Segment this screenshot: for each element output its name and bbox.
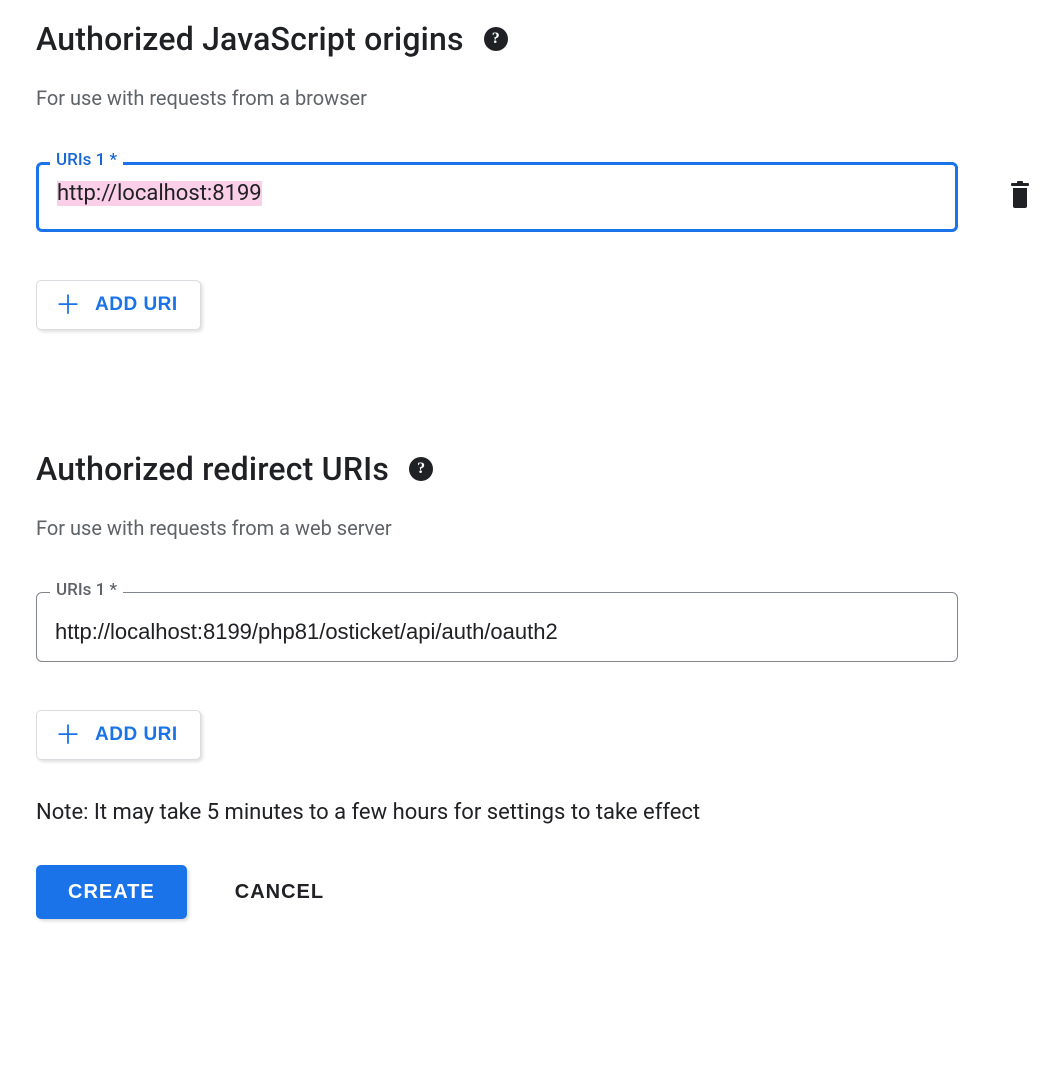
add-uri-label: ADD URI (95, 724, 178, 746)
uri-label: URIs 1 * (50, 150, 123, 170)
help-icon[interactable]: ? (484, 27, 508, 51)
redirect-uri-input[interactable] (36, 592, 958, 662)
redirect-uris-subtitle: For use with requests from a web server (36, 516, 1016, 540)
uri-field-wrap: URIs 1 * http://localhost:8199 (36, 162, 958, 232)
redirect-uris-title: Authorized redirect URIs (36, 450, 389, 488)
redirect-uris-section: Authorized redirect URIs ? For use with … (36, 450, 1016, 760)
plus-icon: ＋ (55, 722, 81, 748)
input-value-highlighted: http://localhost:8199 (57, 181, 262, 206)
cancel-button[interactable]: CANCEL (235, 881, 324, 904)
delete-icon[interactable] (1008, 181, 1032, 213)
settings-note: Note: It may take 5 minutes to a few hou… (36, 800, 1016, 825)
plus-icon: ＋ (55, 292, 81, 318)
uri-field-wrap: URIs 1 * (36, 592, 958, 662)
js-origins-title: Authorized JavaScript origins (36, 20, 464, 58)
add-uri-label: ADD URI (95, 294, 178, 316)
uri-field-row: URIs 1 * http://localhost:8199 (36, 162, 1016, 232)
js-origins-subtitle: For use with requests from a browser (36, 86, 1016, 110)
uri-field-row: URIs 1 * (36, 592, 1016, 662)
js-uri-input[interactable]: http://localhost:8199 (36, 162, 958, 232)
js-origins-section: Authorized JavaScript origins ? For use … (36, 20, 1016, 330)
section-header: Authorized JavaScript origins ? (36, 20, 1016, 58)
add-uri-button[interactable]: ＋ ADD URI (36, 280, 201, 330)
create-button[interactable]: CREATE (36, 865, 187, 919)
action-buttons: CREATE CANCEL (36, 865, 1016, 919)
add-uri-button[interactable]: ＋ ADD URI (36, 710, 201, 760)
uri-label: URIs 1 * (50, 580, 123, 600)
help-icon[interactable]: ? (409, 457, 433, 481)
section-header: Authorized redirect URIs ? (36, 450, 1016, 488)
